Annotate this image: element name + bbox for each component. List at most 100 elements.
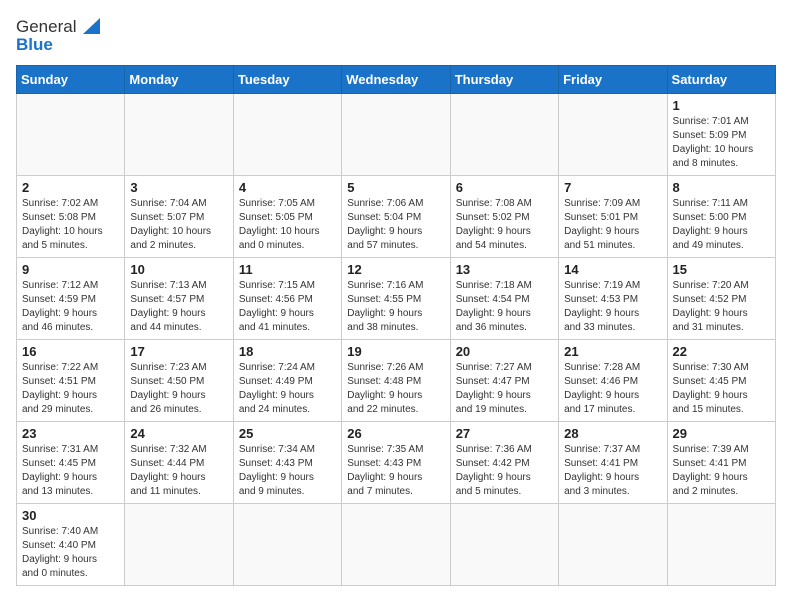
day-info: Sunrise: 7:32 AM Sunset: 4:44 PM Dayligh…: [130, 443, 227, 499]
logo: General Blue: [16, 16, 100, 55]
day-number: 5: [347, 180, 444, 195]
day-number: 20: [456, 344, 553, 359]
calendar-cell: 24 Sunrise: 7:32 AM Sunset: 4:44 PM Dayli…: [125, 421, 233, 503]
day-number: 19: [347, 344, 444, 359]
day-number: 17: [130, 344, 227, 359]
logo-triangle-icon: [78, 16, 100, 38]
calendar-cell: 16 Sunrise: 7:22 AM Sunset: 4:51 PM Dayli…: [17, 339, 125, 421]
day-info: Sunrise: 7:30 AM Sunset: 4:45 PM Dayligh…: [673, 361, 770, 417]
calendar-cell: 14 Sunrise: 7:19 AM Sunset: 4:53 PM Dayli…: [559, 257, 667, 339]
calendar-cell: 27 Sunrise: 7:36 AM Sunset: 4:42 PM Dayli…: [450, 421, 558, 503]
day-info: Sunrise: 7:31 AM Sunset: 4:45 PM Dayligh…: [22, 443, 119, 499]
day-number: 22: [673, 344, 770, 359]
calendar-cell: 25 Sunrise: 7:34 AM Sunset: 4:43 PM Dayli…: [233, 421, 341, 503]
calendar-cell: 4 Sunrise: 7:05 AM Sunset: 5:05 PM Daylig…: [233, 175, 341, 257]
day-number: 25: [239, 426, 336, 441]
day-info: Sunrise: 7:23 AM Sunset: 4:50 PM Dayligh…: [130, 361, 227, 417]
day-number: 4: [239, 180, 336, 195]
calendar-cell: [667, 503, 775, 585]
calendar-cell: 8Sunrise: 7:11 AM Sunset: 5:00 PM Daylig…: [667, 175, 775, 257]
dow-header-monday: Monday: [125, 65, 233, 93]
calendar-cell: 29Sunrise: 7:39 AM Sunset: 4:41 PM Dayli…: [667, 421, 775, 503]
calendar-cell: [233, 93, 341, 175]
calendar-cell: 12 Sunrise: 7:16 AM Sunset: 4:55 PM Dayli…: [342, 257, 450, 339]
calendar-cell: [559, 503, 667, 585]
day-number: 18: [239, 344, 336, 359]
day-number: 13: [456, 262, 553, 277]
calendar-cell: [559, 93, 667, 175]
calendar-cell: 9 Sunrise: 7:12 AM Sunset: 4:59 PM Daylig…: [17, 257, 125, 339]
day-number: 27: [456, 426, 553, 441]
day-number: 16: [22, 344, 119, 359]
day-number: 15: [673, 262, 770, 277]
calendar-cell: 23Sunrise: 7:31 AM Sunset: 4:45 PM Dayli…: [17, 421, 125, 503]
calendar-cell: 3 Sunrise: 7:04 AM Sunset: 5:07 PM Daylig…: [125, 175, 233, 257]
day-info: Sunrise: 7:26 AM Sunset: 4:48 PM Dayligh…: [347, 361, 444, 417]
day-number: 3: [130, 180, 227, 195]
calendar-cell: 6Sunrise: 7:08 AM Sunset: 5:02 PM Daylig…: [450, 175, 558, 257]
calendar-cell: [233, 503, 341, 585]
day-number: 12: [347, 262, 444, 277]
calendar-cell: [450, 503, 558, 585]
day-info: Sunrise: 7:01 AM Sunset: 5:09 PM Dayligh…: [673, 115, 770, 171]
day-info: Sunrise: 7:16 AM Sunset: 4:55 PM Dayligh…: [347, 279, 444, 335]
day-number: 7: [564, 180, 661, 195]
day-number: 30: [22, 508, 119, 523]
calendar-cell: 17 Sunrise: 7:23 AM Sunset: 4:50 PM Dayli…: [125, 339, 233, 421]
day-info: Sunrise: 7:18 AM Sunset: 4:54 PM Dayligh…: [456, 279, 553, 335]
day-info: Sunrise: 7:35 AM Sunset: 4:43 PM Dayligh…: [347, 443, 444, 499]
calendar-cell: [17, 93, 125, 175]
day-info: Sunrise: 7:13 AM Sunset: 4:57 PM Dayligh…: [130, 279, 227, 335]
day-info: Sunrise: 7:36 AM Sunset: 4:42 PM Dayligh…: [456, 443, 553, 499]
day-info: Sunrise: 7:05 AM Sunset: 5:05 PM Dayligh…: [239, 197, 336, 253]
calendar-cell: 30 Sunrise: 7:40 AM Sunset: 4:40 PM Dayli…: [17, 503, 125, 585]
dow-header-wednesday: Wednesday: [342, 65, 450, 93]
calendar-cell: [342, 503, 450, 585]
day-number: 8: [673, 180, 770, 195]
logo-general: General: [16, 18, 76, 37]
calendar-cell: 11Sunrise: 7:15 AM Sunset: 4:56 PM Dayli…: [233, 257, 341, 339]
logo-blue: Blue: [16, 36, 100, 55]
calendar-cell: 28 Sunrise: 7:37 AM Sunset: 4:41 PM Dayli…: [559, 421, 667, 503]
day-number: 26: [347, 426, 444, 441]
day-number: 21: [564, 344, 661, 359]
day-info: Sunrise: 7:22 AM Sunset: 4:51 PM Dayligh…: [22, 361, 119, 417]
calendar-cell: [125, 503, 233, 585]
day-info: Sunrise: 7:40 AM Sunset: 4:40 PM Dayligh…: [22, 525, 119, 581]
header: General Blue: [16, 16, 776, 55]
calendar-cell: 7 Sunrise: 7:09 AM Sunset: 5:01 PM Daylig…: [559, 175, 667, 257]
calendar-cell: 26 Sunrise: 7:35 AM Sunset: 4:43 PM Dayli…: [342, 421, 450, 503]
day-number: 6: [456, 180, 553, 195]
calendar-cell: [125, 93, 233, 175]
calendar-cell: 5 Sunrise: 7:06 AM Sunset: 5:04 PM Daylig…: [342, 175, 450, 257]
day-number: 28: [564, 426, 661, 441]
day-info: Sunrise: 7:28 AM Sunset: 4:46 PM Dayligh…: [564, 361, 661, 417]
day-info: Sunrise: 7:37 AM Sunset: 4:41 PM Dayligh…: [564, 443, 661, 499]
day-info: Sunrise: 7:09 AM Sunset: 5:01 PM Dayligh…: [564, 197, 661, 253]
day-info: Sunrise: 7:06 AM Sunset: 5:04 PM Dayligh…: [347, 197, 444, 253]
dow-header-saturday: Saturday: [667, 65, 775, 93]
day-info: Sunrise: 7:04 AM Sunset: 5:07 PM Dayligh…: [130, 197, 227, 253]
calendar-cell: 18Sunrise: 7:24 AM Sunset: 4:49 PM Dayli…: [233, 339, 341, 421]
day-number: 14: [564, 262, 661, 277]
day-number: 29: [673, 426, 770, 441]
dow-header-thursday: Thursday: [450, 65, 558, 93]
calendar-table: SundayMondayTuesdayWednesdayThursdayFrid…: [16, 65, 776, 586]
calendar-cell: 21 Sunrise: 7:28 AM Sunset: 4:46 PM Dayli…: [559, 339, 667, 421]
day-number: 2: [22, 180, 119, 195]
calendar-cell: 20 Sunrise: 7:27 AM Sunset: 4:47 PM Dayli…: [450, 339, 558, 421]
calendar-cell: 1 Sunrise: 7:01 AM Sunset: 5:09 PM Daylig…: [667, 93, 775, 175]
day-info: Sunrise: 7:12 AM Sunset: 4:59 PM Dayligh…: [22, 279, 119, 335]
dow-header-friday: Friday: [559, 65, 667, 93]
day-info: Sunrise: 7:34 AM Sunset: 4:43 PM Dayligh…: [239, 443, 336, 499]
day-number: 10: [130, 262, 227, 277]
day-number: 9: [22, 262, 119, 277]
day-info: Sunrise: 7:19 AM Sunset: 4:53 PM Dayligh…: [564, 279, 661, 335]
calendar-cell: 10 Sunrise: 7:13 AM Sunset: 4:57 PM Dayli…: [125, 257, 233, 339]
day-number: 11: [239, 262, 336, 277]
calendar-cell: 2Sunrise: 7:02 AM Sunset: 5:08 PM Daylig…: [17, 175, 125, 257]
day-info: Sunrise: 7:20 AM Sunset: 4:52 PM Dayligh…: [673, 279, 770, 335]
day-number: 24: [130, 426, 227, 441]
day-info: Sunrise: 7:27 AM Sunset: 4:47 PM Dayligh…: [456, 361, 553, 417]
day-number: 1: [673, 98, 770, 113]
